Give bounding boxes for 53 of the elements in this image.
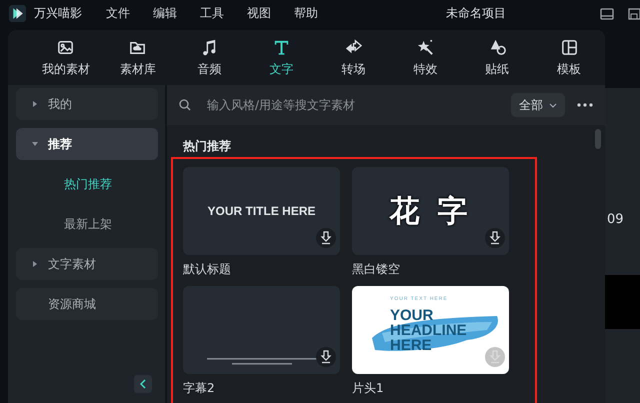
effect-icon xyxy=(416,38,435,56)
tab[interactable]: 转场 xyxy=(318,30,390,85)
sidebar-item[interactable]: 文字素材 xyxy=(16,248,158,280)
tab[interactable]: 模板 xyxy=(533,30,605,85)
project-title: 未命名项目 xyxy=(446,5,506,22)
tab[interactable]: 文字 xyxy=(246,30,318,85)
menu-item[interactable]: 工具 xyxy=(200,5,247,22)
more-icon xyxy=(577,103,593,107)
tab[interactable]: 我的素材 xyxy=(30,30,102,85)
sidebar-item[interactable]: 推荐 xyxy=(16,128,158,160)
scrollbar[interactable] xyxy=(595,129,601,149)
filter-dropdown[interactable]: 全部 xyxy=(511,93,565,117)
download-icon[interactable] xyxy=(316,347,336,367)
sidebar-item[interactable]: 我的 xyxy=(16,88,158,120)
tab[interactable]: 贴纸 xyxy=(461,30,534,85)
chevron-down-icon xyxy=(549,102,557,108)
search-icon xyxy=(179,99,191,111)
layout-icon[interactable] xyxy=(600,8,614,20)
template-thumbnail[interactable]: YOUR TITLE HERE xyxy=(183,167,340,255)
tab[interactable]: 特效 xyxy=(389,30,462,85)
search-field[interactable]: 输入风格/用途等搜文字素材 xyxy=(205,97,479,113)
chevron-left-icon xyxy=(140,379,146,389)
menu-item[interactable]: 文件 xyxy=(106,5,153,22)
app-logo-icon xyxy=(9,5,26,22)
template-title: 默认标题 xyxy=(183,262,232,276)
sidebar-subitem[interactable]: 热门推荐 xyxy=(16,168,158,200)
caret-icon xyxy=(32,101,38,107)
menu-item[interactable]: 编辑 xyxy=(153,5,200,22)
app-name: 万兴喵影 xyxy=(34,5,83,22)
template-title: 片头1 xyxy=(352,381,385,395)
template-title: 字幕2 xyxy=(183,381,216,395)
menu-item[interactable]: 帮助 xyxy=(294,5,341,22)
template-thumbnail[interactable]: 花 字 xyxy=(352,167,509,255)
template-icon xyxy=(560,38,579,56)
tab[interactable]: 素材库 xyxy=(102,30,174,85)
menu-item[interactable]: 视图 xyxy=(247,5,294,22)
save-icon[interactable] xyxy=(628,8,640,20)
preview-text: YOUR TITLE HERE xyxy=(207,204,316,218)
sidebar-subitem[interactable]: 最新上架 xyxy=(16,208,158,240)
caret-icon xyxy=(32,261,38,267)
template-title: 黑白镂空 xyxy=(352,262,401,276)
section-title: 热门推荐 xyxy=(183,139,232,153)
sidebar-item[interactable]: 资源商城 xyxy=(16,288,158,320)
video-frame xyxy=(605,275,640,329)
caret-icon xyxy=(32,141,38,147)
timecode-text: 09 xyxy=(607,212,624,227)
download-icon[interactable] xyxy=(316,228,336,248)
preview-text: 花 字 xyxy=(389,192,472,230)
collapse-button[interactable] xyxy=(134,375,152,393)
template-thumbnail[interactable] xyxy=(183,286,340,374)
tab[interactable]: 音频 xyxy=(174,30,246,85)
download-icon[interactable] xyxy=(485,228,505,248)
preview-text: YOUR HEADLINE HERE xyxy=(390,308,467,353)
